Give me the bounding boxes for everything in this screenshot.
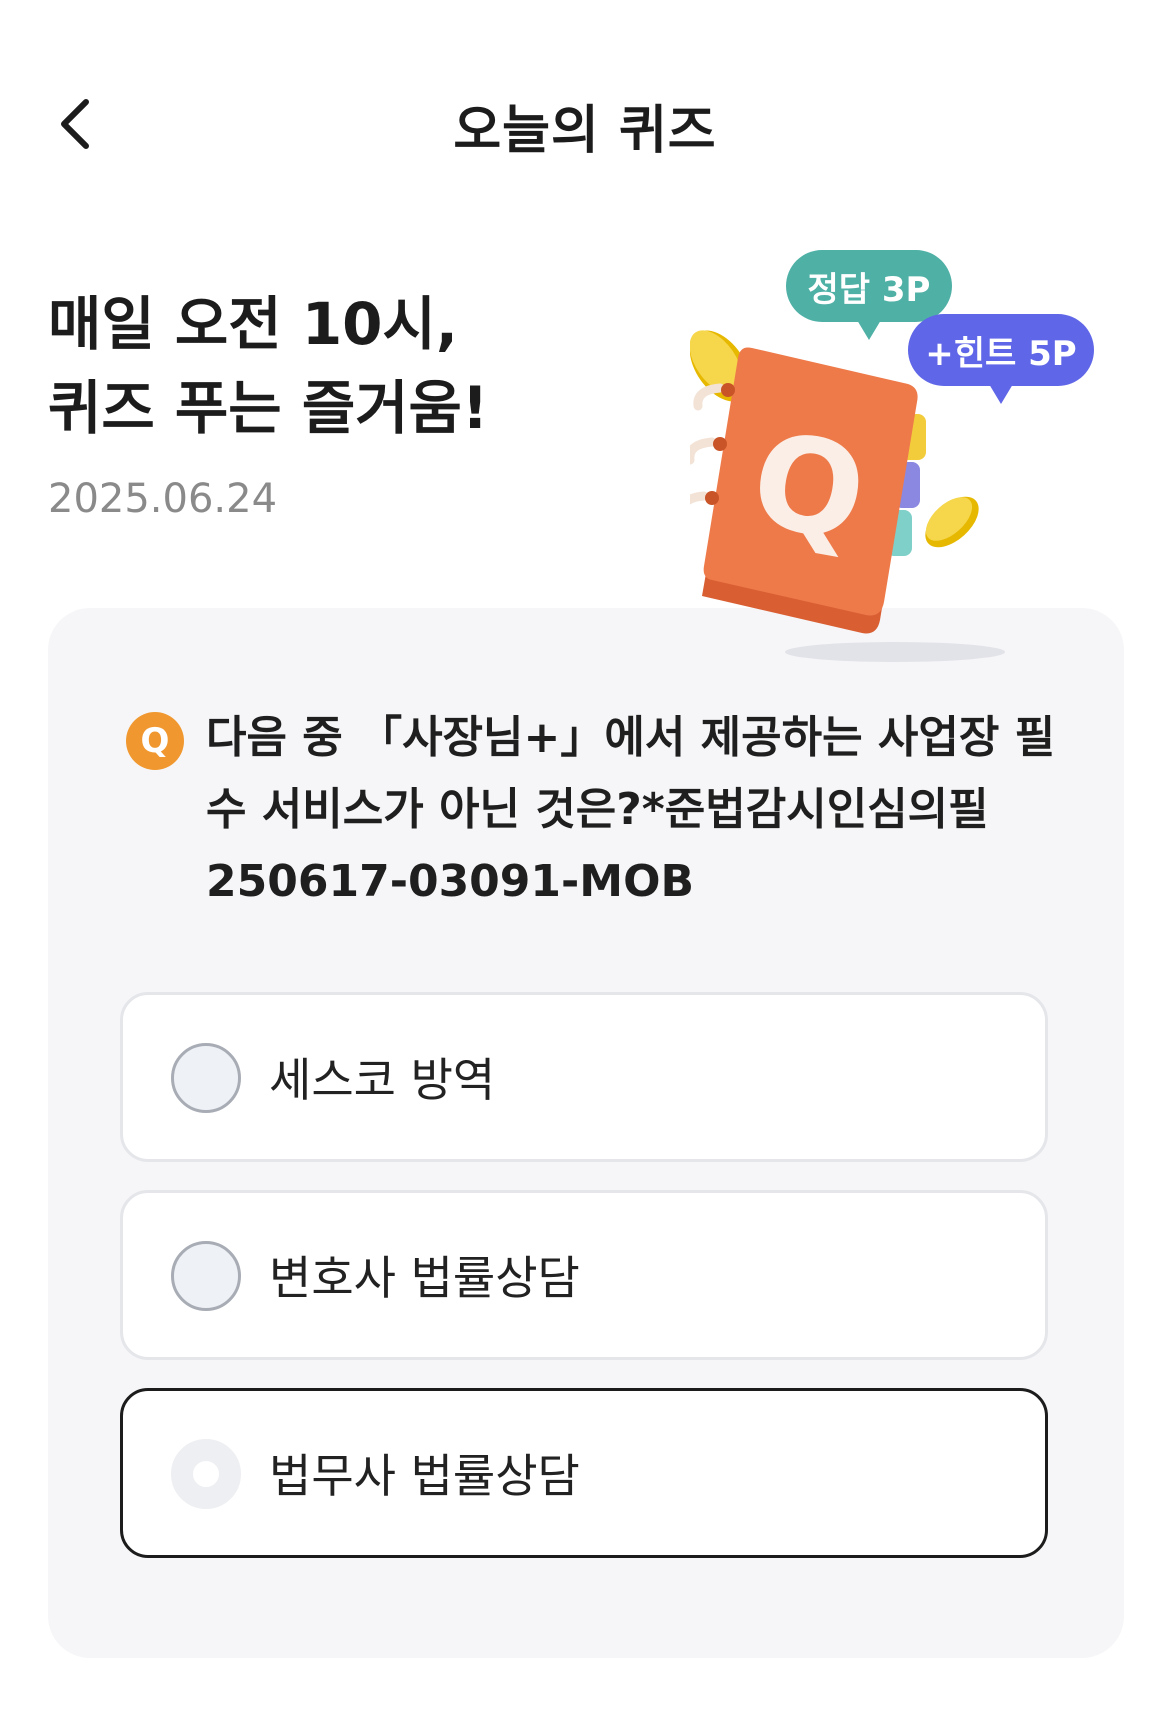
radio-button[interactable]	[171, 1043, 241, 1113]
hero-title: 매일 오전 10시, 퀴즈 푸는 즐거움!	[48, 282, 648, 450]
quiz-screen: 오늘의 퀴즈 매일 오전 10시, 퀴즈 푸는 즐거움! 2025.06.24 …	[0, 0, 1170, 1718]
coin-icon	[925, 496, 979, 548]
page-title: 오늘의 퀴즈	[453, 101, 717, 161]
answer-option-3[interactable]: 법무사 법률상담	[120, 1388, 1048, 1558]
hero-title-line2: 퀴즈 푸는 즐거움!	[48, 374, 489, 442]
question-text: 다음 중 「사장님+」에서 제공하는 사업장 필수 서비스가 아닌 것은?*준법…	[206, 712, 1056, 907]
radio-button[interactable]	[171, 1241, 241, 1311]
question-badge-icon: Q	[126, 712, 184, 770]
hint-points-badge: +힌트 5P	[908, 314, 1094, 404]
quiz-illustration: Q 정답 3P +힌트 5P	[690, 240, 1110, 670]
quiz-card: Q 다음 중 「사장님+」에서 제공하는 사업장 필수 서비스가 아닌 것은?*…	[48, 608, 1124, 1658]
answer-option-label: 법무사 법률상담	[269, 1449, 580, 1503]
quiz-date: 2025.06.24	[48, 476, 278, 522]
answer-points-badge: 정답 3P	[786, 250, 952, 340]
answer-option-label: 변호사 법률상담	[269, 1251, 580, 1305]
hero-title-line1: 매일 오전 10시,	[48, 290, 458, 358]
radio-button-selected[interactable]	[171, 1439, 241, 1509]
answer-option-2[interactable]: 변호사 법률상담	[120, 1190, 1048, 1360]
answer-option-1[interactable]: 세스코 방역	[120, 992, 1048, 1162]
answer-option-label: 세스코 방역	[269, 1053, 496, 1107]
